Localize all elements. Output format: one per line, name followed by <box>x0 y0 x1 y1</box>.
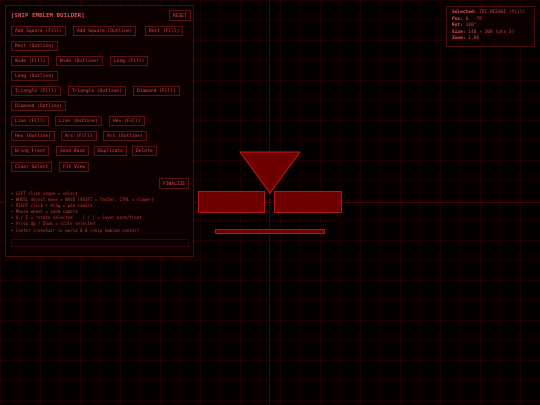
delete-button[interactable]: Delete <box>132 146 157 156</box>
info-zoom-value: 1.00 <box>468 36 480 42</box>
wide-fill-button[interactable]: Wide (Fill) <box>11 56 50 66</box>
reset-button[interactable]: RESET <box>169 10 191 21</box>
hex-fill-button[interactable]: Hex (Fill) <box>109 116 145 126</box>
triangle-fill-button[interactable]: Triangle (Fill) <box>11 86 61 96</box>
command-input[interactable] <box>11 239 189 247</box>
hex-outline-button[interactable]: Hex (Outline) <box>11 131 55 141</box>
line-fill-button[interactable]: Line (Fill) <box>11 116 50 126</box>
info-zoom-key: Zoom: <box>452 36 466 42</box>
rect-outline-button[interactable]: Rect (Outline) <box>11 41 58 51</box>
fit-view-button[interactable]: Fit View <box>59 162 90 172</box>
duplicate-button[interactable]: Duplicate <box>94 146 127 156</box>
emblem-builder-panel: [SHIP EMBLEM BUILDER] RESET Add Square (… <box>5 5 194 257</box>
info-size-value: 140 × 100 (pts 3) <box>468 29 515 35</box>
info-pos-value: 0, -79 <box>465 16 482 22</box>
triangle-shape-selected[interactable] <box>238 150 302 196</box>
rect-shape-right[interactable] <box>274 191 342 213</box>
info-selected-value: TRI-DEE0SE (fill) <box>479 10 526 15</box>
info-pos-key: Pos: <box>452 16 463 22</box>
rect-shape-left[interactable] <box>198 191 265 213</box>
diamond-outline-button[interactable]: Diamond (Outline) <box>11 101 67 111</box>
add-square-outline-button[interactable]: Add Square (Outline) <box>73 26 137 36</box>
help-line: • Center crosshair is world 0,0 (ship em… <box>11 227 140 233</box>
long-outline-button[interactable]: Long (Outline) <box>11 71 58 81</box>
info-rot-row: Rot: 180° <box>452 23 529 30</box>
rect-fill-button[interactable]: Rect (Fill) <box>145 26 184 36</box>
info-rot-key: Rot: <box>452 23 463 29</box>
panel-title: [SHIP EMBLEM BUILDER] <box>11 13 85 19</box>
clear-select-button[interactable]: Clear Select <box>11 162 53 172</box>
finalize-button[interactable]: FINALIZE <box>159 178 190 189</box>
info-selected-key: Selected: <box>452 10 477 15</box>
info-selected-row: Selected: TRI-DEE0SE (fill) <box>452 10 529 17</box>
long-fill-button[interactable]: Long (Fill) <box>110 56 149 66</box>
arc-fill-button[interactable]: Arc (Fill) <box>61 131 97 141</box>
bring-front-button[interactable]: Bring Front <box>11 146 50 156</box>
help-text: • LEFT click shape = select • WHEEL objec… <box>11 191 154 234</box>
arc-outline-button[interactable]: Arc (Outline) <box>103 131 147 141</box>
info-size-key: Size: <box>452 29 466 35</box>
send-back-button[interactable]: Send Back <box>56 146 89 156</box>
line-outline-button[interactable]: Line (Outline) <box>55 116 102 126</box>
info-zoom-row: Zoom: 1.00 <box>452 36 529 43</box>
wide-outline-button[interactable]: Wide (Outline) <box>56 56 103 66</box>
info-rot-value: 180° <box>465 23 477 29</box>
diamond-fill-button[interactable]: Diamond (Fill) <box>133 86 180 96</box>
selection-info-panel: Selected: TRI-DEE0SE (fill) Pos: 0, -79 … <box>446 6 535 47</box>
line-shape[interactable] <box>215 229 325 234</box>
add-square-fill-button[interactable]: Add Square (Fill) <box>11 26 67 36</box>
triangle-outline-button[interactable]: Triangle (Outline) <box>68 86 126 96</box>
